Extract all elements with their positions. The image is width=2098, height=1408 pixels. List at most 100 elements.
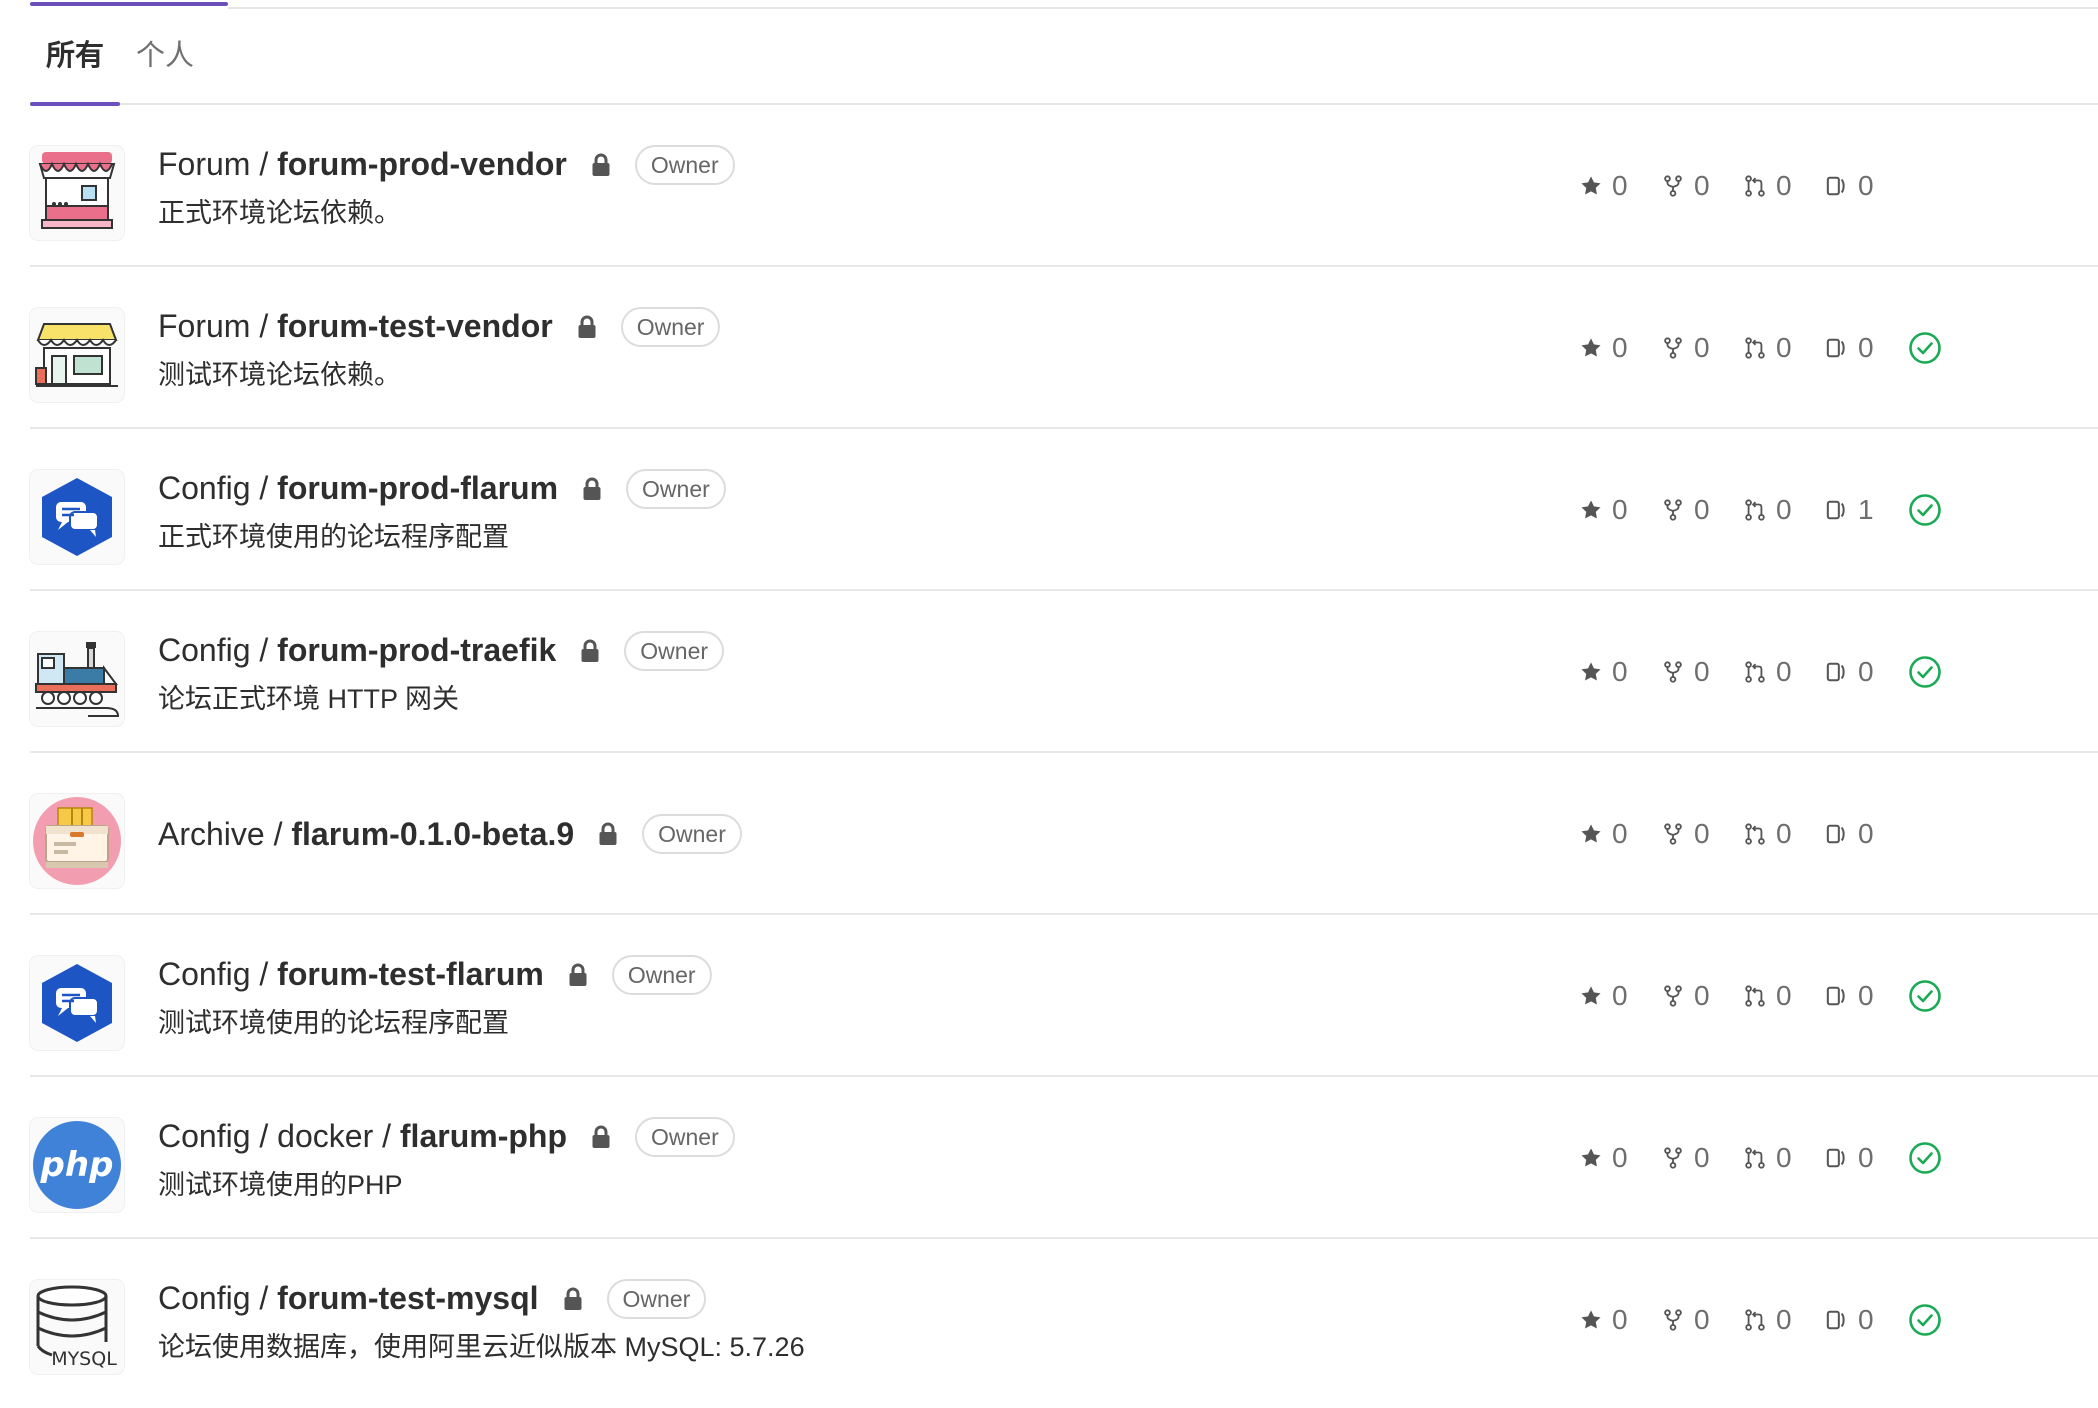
pipeline-passed-icon[interactable] — [1908, 979, 1942, 1013]
stars-count: 0 — [1612, 818, 1628, 849]
forks-count: 0 — [1694, 980, 1710, 1011]
project-stats: 0 0 0 1 — [1580, 429, 1942, 591]
project-avatar[interactable] — [30, 632, 124, 726]
star-icon — [1581, 176, 1601, 195]
pipeline-passed-icon[interactable] — [1908, 331, 1942, 365]
issues-stat[interactable]: 0 — [1826, 332, 1874, 364]
forks-stat[interactable]: 0 — [1662, 980, 1710, 1012]
merge-requests-stat[interactable]: 0 — [1744, 170, 1792, 202]
project-name: forum-test-vendor — [277, 308, 553, 344]
forks-stat[interactable]: 0 — [1662, 1304, 1710, 1336]
svg-text:php: php — [40, 1145, 114, 1185]
project-avatar[interactable]: MYSQL — [30, 1280, 124, 1374]
stars-stat[interactable]: 0 — [1580, 1142, 1628, 1174]
issues-stat[interactable]: 0 — [1826, 1304, 1874, 1336]
issues-stat[interactable]: 0 — [1826, 656, 1874, 688]
pipeline-passed-icon[interactable] — [1908, 1141, 1942, 1175]
forks-stat[interactable]: 0 — [1662, 818, 1710, 850]
project-description: 测试环境论坛依赖。 — [158, 359, 401, 390]
project-title-link[interactable]: Archive / flarum-0.1.0-beta.9 — [158, 816, 574, 853]
project-row-forum-test-vendor[interactable]: Forum / forum-test-vendor Owner 测试环境论坛依赖… — [30, 267, 2098, 429]
star-icon — [1581, 338, 1601, 357]
project-namespace: Config / — [158, 956, 278, 992]
forks-stat[interactable]: 0 — [1662, 332, 1710, 364]
stars-count: 0 — [1612, 494, 1628, 525]
forks-stat[interactable]: 0 — [1662, 170, 1710, 202]
tab-personal[interactable]: 个人 — [120, 10, 210, 103]
forks-count: 0 — [1694, 170, 1710, 201]
project-row-flarum-php[interactable]: php Config / docker / flarum-php Owner 测… — [30, 1077, 2098, 1239]
issues-stat[interactable]: 0 — [1826, 170, 1874, 202]
project-description: 论坛使用数据库，使用阿里云近似版本 MySQL: 5.7.26 — [158, 1331, 805, 1362]
merge-requests-stat[interactable]: 0 — [1744, 656, 1792, 688]
project-row-flarum-0.1.0-beta.9[interactable]: Archive / flarum-0.1.0-beta.9 Owner 0 0 … — [30, 753, 2098, 915]
project-title-line: Forum / forum-prod-vendor Owner — [158, 143, 735, 187]
stars-stat[interactable]: 0 — [1580, 980, 1628, 1012]
project-row-forum-prod-flarum[interactable]: Config / forum-prod-flarum Owner 正式环境使用的… — [30, 429, 2098, 591]
issues-count: 0 — [1858, 656, 1874, 687]
project-avatar[interactable] — [30, 794, 124, 888]
merge-request-icon — [1745, 823, 1765, 845]
project-stats: 0 0 0 0 — [1580, 753, 1908, 915]
project-avatar[interactable] — [30, 146, 124, 240]
issues-count: 0 — [1858, 332, 1874, 363]
project-title-link[interactable]: Config / docker / flarum-php — [158, 1118, 567, 1155]
lock-icon — [564, 1287, 582, 1310]
project-avatar[interactable]: php — [30, 1118, 124, 1212]
project-namespace: Config / — [158, 1280, 278, 1316]
star-icon — [1581, 824, 1601, 843]
issues-stat[interactable]: 1 — [1826, 494, 1874, 526]
lock-icon — [592, 1125, 610, 1148]
merge-requests-stat[interactable]: 0 — [1744, 818, 1792, 850]
project-title-link[interactable]: Config / forum-test-flarum — [158, 956, 544, 993]
project-title-link[interactable]: Forum / forum-prod-vendor — [158, 146, 567, 183]
lock-icon — [599, 822, 617, 845]
merge-requests-stat[interactable]: 0 — [1744, 332, 1792, 364]
forks-stat[interactable]: 0 — [1662, 656, 1710, 688]
issues-icon — [1826, 176, 1845, 196]
merge-requests-stat[interactable]: 0 — [1744, 1142, 1792, 1174]
forks-count: 0 — [1694, 1304, 1710, 1335]
issues-stat[interactable]: 0 — [1826, 980, 1874, 1012]
project-row-forum-prod-vendor[interactable]: Forum / forum-prod-vendor Owner 正式环境论坛依赖… — [30, 105, 2098, 267]
project-title-link[interactable]: Forum / forum-test-vendor — [158, 308, 553, 345]
project-info: Forum / forum-prod-vendor Owner 正式环境论坛依赖… — [158, 105, 735, 267]
lock-icon — [578, 315, 596, 338]
project-row-forum-test-flarum[interactable]: Config / forum-test-flarum Owner 测试环境使用的… — [30, 915, 2098, 1077]
pipeline-passed-icon[interactable] — [1908, 493, 1942, 527]
stars-stat[interactable]: 0 — [1580, 332, 1628, 364]
forks-count: 0 — [1694, 818, 1710, 849]
project-title-link[interactable]: Config / forum-prod-traefik — [158, 632, 556, 669]
merge-requests-stat[interactable]: 0 — [1744, 494, 1792, 526]
project-title-link[interactable]: Config / forum-test-mysql — [158, 1280, 539, 1317]
forks-stat[interactable]: 0 — [1662, 494, 1710, 526]
merge-requests-stat[interactable]: 0 — [1744, 1304, 1792, 1336]
project-title-link[interactable]: Config / forum-prod-flarum — [158, 470, 558, 507]
stars-stat[interactable]: 0 — [1580, 1304, 1628, 1336]
stars-stat[interactable]: 0 — [1580, 170, 1628, 202]
stars-stat[interactable]: 0 — [1580, 656, 1628, 688]
project-avatar[interactable] — [30, 470, 124, 564]
star-icon — [1581, 662, 1601, 681]
project-info: Config / forum-test-mysql Owner 论坛使用数据库，… — [158, 1239, 805, 1401]
project-namespace: Config / — [158, 470, 278, 506]
issues-stat[interactable]: 0 — [1826, 1142, 1874, 1174]
stars-count: 0 — [1612, 980, 1628, 1011]
project-row-forum-prod-traefik[interactable]: Config / forum-prod-traefik Owner 论坛正式环境… — [30, 591, 2098, 753]
pipeline-passed-icon[interactable] — [1908, 1303, 1942, 1337]
chat-hexagon-icon — [42, 964, 112, 1042]
merge-request-icon — [1745, 1309, 1765, 1331]
star-icon — [1581, 986, 1601, 1005]
stars-stat[interactable]: 0 — [1580, 494, 1628, 526]
merge-requests-stat[interactable]: 0 — [1744, 980, 1792, 1012]
tab-all[interactable]: 所有 — [30, 10, 121, 106]
project-row-forum-test-mysql[interactable]: MYSQL Config / forum-test-mysql Owner 论坛… — [30, 1239, 2098, 1401]
project-avatar[interactable] — [30, 308, 124, 402]
pipeline-passed-icon[interactable] — [1908, 655, 1942, 689]
stars-stat[interactable]: 0 — [1580, 818, 1628, 850]
star-icon — [1581, 500, 1601, 519]
forks-stat[interactable]: 0 — [1662, 1142, 1710, 1174]
project-name: forum-prod-flarum — [277, 470, 559, 506]
issues-stat[interactable]: 0 — [1826, 818, 1874, 850]
project-avatar[interactable] — [30, 956, 124, 1050]
